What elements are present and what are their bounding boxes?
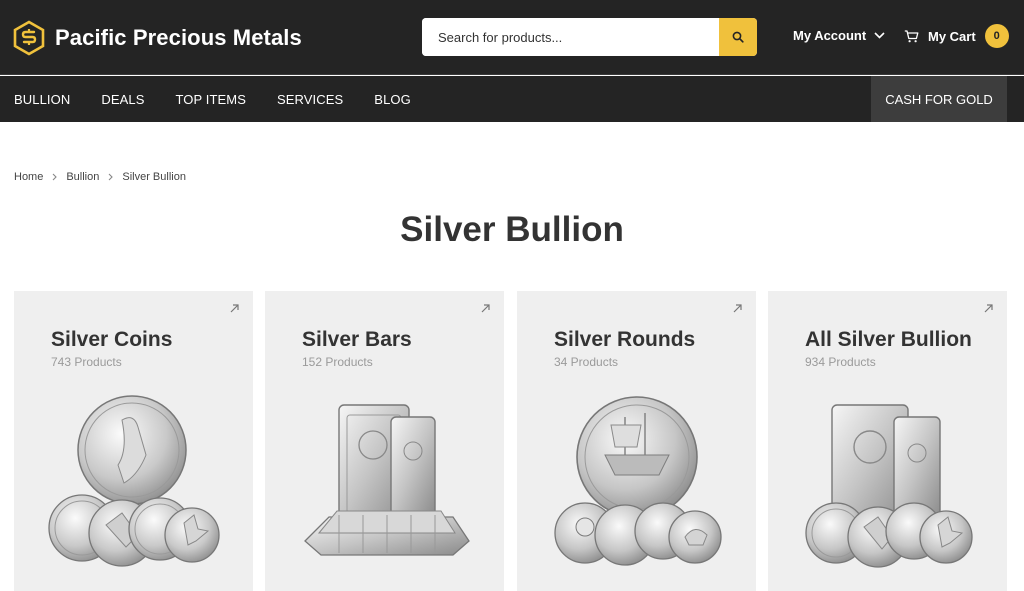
category-product-count: 34 Products	[554, 355, 619, 369]
header-top-bar: Pacific Precious Metals My Account My Ca…	[0, 0, 1024, 75]
my-account-label: My Account	[793, 28, 867, 43]
breadcrumb-bullion[interactable]: Bullion	[66, 171, 99, 183]
category-title: Silver Rounds	[554, 328, 696, 351]
chevron-right-icon	[108, 173, 114, 181]
nav-item-top-items[interactable]: TOP ITEMS	[175, 92, 246, 107]
arrow-up-right-icon	[733, 304, 742, 313]
category-title: Silver Coins	[51, 328, 173, 351]
breadcrumb: Home Bullion Silver Bullion	[14, 171, 186, 183]
all-silver-bullion-image	[805, 404, 973, 568]
cash-for-gold-button[interactable]: CASH FOR GOLD	[871, 76, 1007, 122]
category-product-count: 152 Products	[302, 355, 373, 369]
category-card-silver-coins[interactable]: Silver Coins 743 Products	[14, 291, 253, 591]
category-card-all-silver-bullion[interactable]: All Silver Bullion 934 Products	[768, 291, 1007, 591]
chevron-right-icon	[52, 173, 58, 181]
category-product-count: 934 Products	[805, 355, 876, 369]
nav-item-services[interactable]: SERVICES	[277, 92, 343, 107]
nav-item-bullion[interactable]: BULLION	[14, 92, 70, 107]
category-title: All Silver Bullion	[805, 328, 972, 351]
category-card-silver-rounds[interactable]: Silver Rounds 34 Products	[517, 291, 756, 591]
category-title: Silver Bars	[302, 328, 412, 351]
page-title: Silver Bullion	[400, 210, 624, 249]
silver-coins-image	[48, 395, 220, 567]
arrow-up-right-icon	[984, 304, 993, 313]
site-logo[interactable]: Pacific Precious Metals	[12, 20, 302, 56]
silver-bars-image	[304, 404, 470, 556]
arrow-up-right-icon	[481, 304, 490, 313]
cart-icon	[904, 29, 919, 43]
breadcrumb-current: Silver Bullion	[122, 171, 186, 183]
my-account-menu[interactable]: My Account	[793, 28, 885, 43]
nav-menu: BULLION DEALS TOP ITEMS SERVICES BLOG	[14, 76, 442, 122]
cart-count-badge: 0	[984, 24, 1009, 48]
brand-name: Pacific Precious Metals	[55, 25, 302, 50]
my-cart-button[interactable]: My Cart 0	[904, 24, 1009, 48]
search-input[interactable]	[422, 18, 719, 56]
nav-item-blog[interactable]: BLOG	[374, 92, 411, 107]
search-bar	[422, 18, 757, 56]
search-button[interactable]	[719, 18, 757, 56]
breadcrumb-home[interactable]: Home	[14, 171, 43, 183]
search-icon	[732, 31, 744, 43]
arrow-up-right-icon	[230, 304, 239, 313]
silver-rounds-image	[554, 396, 722, 566]
chevron-down-icon	[874, 32, 885, 39]
main-nav: BULLION DEALS TOP ITEMS SERVICES BLOG CA…	[0, 76, 1024, 122]
nav-item-deals[interactable]: DEALS	[101, 92, 144, 107]
category-product-count: 743 Products	[51, 355, 122, 369]
my-cart-label: My Cart	[928, 28, 976, 44]
category-card-silver-bars[interactable]: Silver Bars 152 Products	[265, 291, 504, 591]
brand-mark-icon	[13, 20, 45, 56]
